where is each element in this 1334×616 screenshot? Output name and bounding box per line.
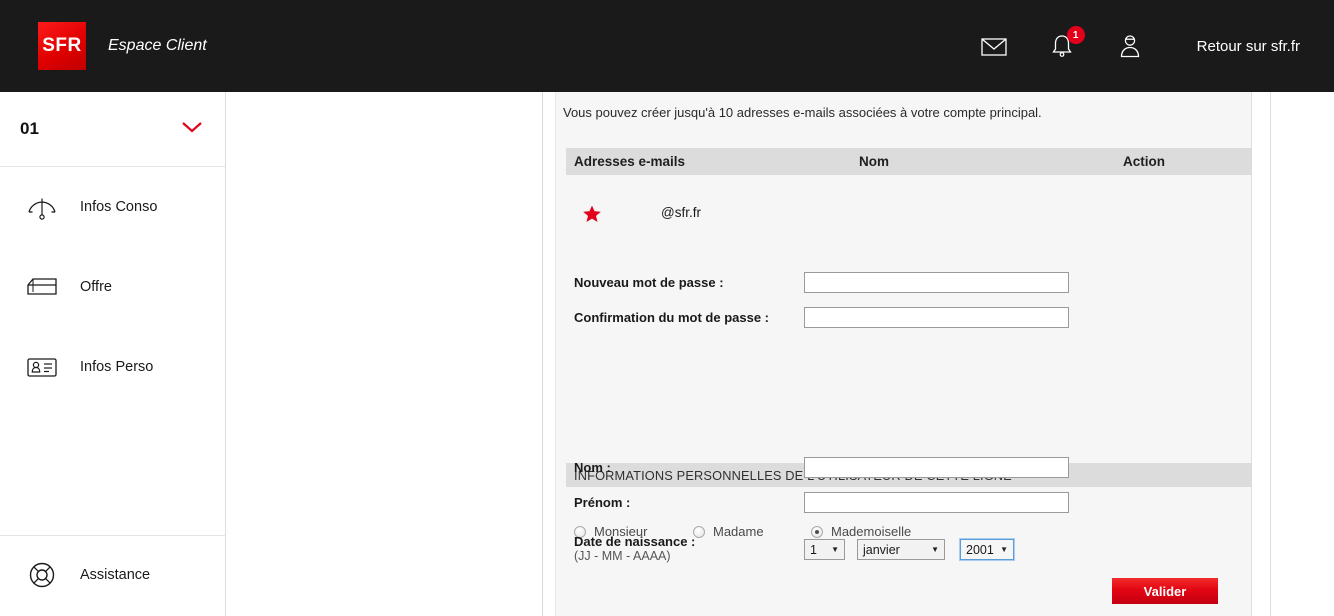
sidebar: 01 Infos Conso Offre Infos Perso Assista… — [0, 92, 226, 616]
valider-button[interactable]: Valider — [1112, 578, 1218, 604]
middle-blank-column — [227, 92, 543, 616]
caret-down-icon: ▼ — [1000, 545, 1008, 554]
header-actions: 1 Retour sur sfr.fr — [979, 26, 1300, 61]
notification-badge: 1 — [1066, 26, 1085, 44]
new-password-row: Nouveau mot de passe : — [566, 272, 1252, 296]
sidebar-item-label: Offre — [80, 279, 112, 295]
nom-label: Nom : — [574, 460, 611, 475]
birthdate-year-value: 2001 — [966, 542, 994, 557]
sidebar-item-label: Infos Perso — [80, 359, 154, 375]
intro-text: Vous pouvez créer jusqu'à 10 adresses e-… — [563, 105, 1042, 120]
right-vertical-rule — [1270, 92, 1271, 616]
person-icon[interactable] — [1115, 31, 1145, 61]
brand-block[interactable]: SFR Espace Client — [38, 22, 207, 70]
column-header-action: Action — [1123, 154, 1165, 169]
birthdate-month-select[interactable]: janvier ▼ — [857, 539, 945, 560]
top-header: SFR Espace Client 1 Retour sur sfr.fr — [0, 0, 1334, 92]
sidebar-item-label: Infos Conso — [80, 199, 158, 215]
envelope-icon[interactable] — [979, 31, 1009, 61]
id-card-icon — [24, 350, 62, 384]
email-address-value: @sfr.fr — [661, 205, 701, 220]
app-title: Espace Client — [108, 37, 207, 54]
sidebar-item-infos-perso[interactable]: Infos Perso — [0, 327, 225, 407]
caret-down-icon: ▼ — [931, 545, 939, 554]
new-password-label: Nouveau mot de passe : — [574, 275, 724, 290]
caret-down-icon: ▼ — [831, 545, 839, 554]
prenom-input[interactable] — [804, 492, 1069, 513]
box-icon — [24, 270, 62, 304]
table-row: @sfr.fr — [566, 202, 1252, 232]
prenom-label: Prénom : — [574, 495, 631, 510]
birthdate-month-value: janvier — [863, 542, 900, 557]
confirm-password-input[interactable] — [804, 307, 1069, 328]
gauge-icon — [24, 190, 62, 224]
line-number: 01 — [20, 119, 39, 138]
column-header-email: Adresses e-mails — [574, 154, 686, 169]
birthdate-day-value: 1 — [810, 542, 817, 557]
confirm-password-row: Confirmation du mot de passe : — [566, 307, 1252, 331]
prenom-row: Prénom : — [566, 492, 1252, 516]
bell-icon[interactable]: 1 — [1047, 26, 1085, 61]
sidebar-item-infos-conso[interactable]: Infos Conso — [0, 167, 225, 247]
nom-input[interactable] — [804, 457, 1069, 478]
sidebar-item-label: Assistance — [80, 567, 151, 583]
birthdate-day-select[interactable]: 1 ▼ — [804, 539, 845, 560]
birthdate-label: Date de naissance : — [574, 534, 696, 549]
chevron-down-icon[interactable] — [181, 120, 203, 139]
back-to-sfr-link[interactable]: Retour sur sfr.fr — [1197, 38, 1300, 55]
email-table-header: Adresses e-mails Nom Action — [566, 148, 1252, 175]
nom-row: Nom : — [566, 457, 1252, 481]
birthdate-format-hint: (JJ - MM - AAAA) — [574, 549, 671, 563]
new-password-input[interactable] — [804, 272, 1069, 293]
sidebar-item-assistance[interactable]: Assistance — [0, 535, 226, 615]
sidebar-item-offre[interactable]: Offre — [0, 247, 225, 327]
content-panel: Vous pouvez créer jusqu'à 10 adresses e-… — [555, 92, 1252, 616]
sfr-logo[interactable]: SFR — [38, 22, 86, 70]
column-header-nom: Nom — [859, 154, 889, 169]
confirm-password-label: Confirmation du mot de passe : — [574, 310, 770, 325]
line-selector[interactable]: 01 — [0, 92, 225, 167]
birthdate-row: Date de naissance : (JJ - MM - AAAA) 1 ▼… — [566, 531, 1252, 565]
star-icon[interactable] — [582, 204, 602, 229]
birthdate-year-select[interactable]: 2001 ▼ — [960, 539, 1014, 560]
life-ring-icon — [24, 558, 62, 592]
